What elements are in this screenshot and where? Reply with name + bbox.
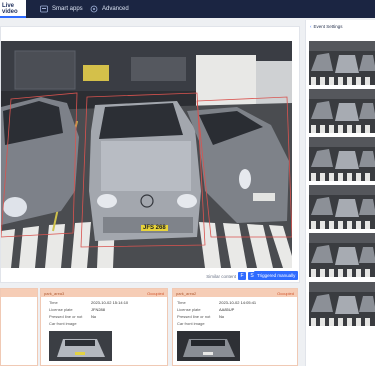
event-zone: park_area2 bbox=[176, 290, 197, 296]
camera-stream[interactable]: JFS 268 bbox=[1, 41, 292, 268]
gear-icon bbox=[90, 5, 98, 13]
tab-live-video[interactable]: Live video bbox=[0, 0, 26, 18]
event-card-partial bbox=[0, 288, 38, 366]
event-header: park_area3 Occupied bbox=[41, 289, 167, 297]
event-plate: AA85UP bbox=[219, 307, 235, 312]
tab-label: Live video bbox=[2, 3, 18, 15]
event-details: Time 2023-10-02 15:14:10 License plate J… bbox=[49, 300, 129, 326]
tab-label: Smart apps bbox=[52, 6, 83, 12]
snapshot-thumbnail[interactable] bbox=[309, 282, 375, 326]
car-front-image[interactable] bbox=[49, 331, 112, 361]
license-plate-overlay: JFS 268 bbox=[141, 225, 168, 231]
similar-label: Similar content bbox=[206, 273, 236, 279]
event-header: park_area2 Occupied bbox=[173, 289, 297, 297]
similar-button-f[interactable]: F bbox=[238, 272, 246, 280]
chevron-left-icon: ‹ bbox=[310, 24, 312, 29]
live-video-panel: JFS 268 Similar content F S Triggered ma… bbox=[0, 26, 300, 283]
event-plate: JFN288 bbox=[91, 307, 106, 312]
parking-scene bbox=[1, 41, 292, 268]
sidebar-header[interactable]: ‹ Event Settings bbox=[310, 24, 343, 29]
snapshot-thumbnail[interactable] bbox=[309, 41, 375, 85]
event-details: Time 2023-10-02 14:05:41 License plate A… bbox=[177, 300, 257, 326]
event-card[interactable]: park_area2 Occupied Time 2023-10-02 14:0… bbox=[172, 288, 298, 366]
snapshot-thumbnail[interactable] bbox=[309, 185, 375, 229]
snapshot-thumbnail[interactable] bbox=[309, 137, 375, 181]
status-badge: Occupied bbox=[277, 290, 294, 296]
status-badge: Occupied bbox=[147, 290, 164, 296]
top-nav: Live video Smart apps Advanced bbox=[0, 0, 375, 18]
triggered-manually-button[interactable]: Triggered manually bbox=[254, 271, 299, 280]
tab-advanced[interactable]: Advanced bbox=[90, 0, 132, 18]
apps-icon bbox=[40, 5, 48, 13]
event-zone: park_area3 bbox=[44, 290, 65, 296]
snapshot-thumbnail[interactable] bbox=[309, 89, 375, 133]
car-front-image[interactable] bbox=[177, 331, 240, 361]
event-line: No bbox=[91, 314, 97, 319]
tab-smart-apps[interactable]: Smart apps bbox=[40, 0, 86, 18]
snapshot-thumbnail[interactable] bbox=[309, 233, 375, 277]
similar-content-controls: Similar content F S bbox=[206, 272, 256, 280]
event-list: park_area3 Occupied Time 2023-10-02 15:1… bbox=[0, 288, 300, 366]
event-settings-sidebar: ‹ Event Settings bbox=[305, 20, 375, 366]
event-time: 2023-10-02 15:14:10 bbox=[91, 300, 129, 305]
sidebar-title: Event Settings bbox=[313, 24, 343, 29]
event-time: 2023-10-02 14:05:41 bbox=[219, 300, 257, 305]
event-card[interactable]: park_area3 Occupied Time 2023-10-02 15:1… bbox=[40, 288, 168, 366]
event-line: No bbox=[219, 314, 225, 319]
tab-label: Advanced bbox=[102, 6, 129, 12]
